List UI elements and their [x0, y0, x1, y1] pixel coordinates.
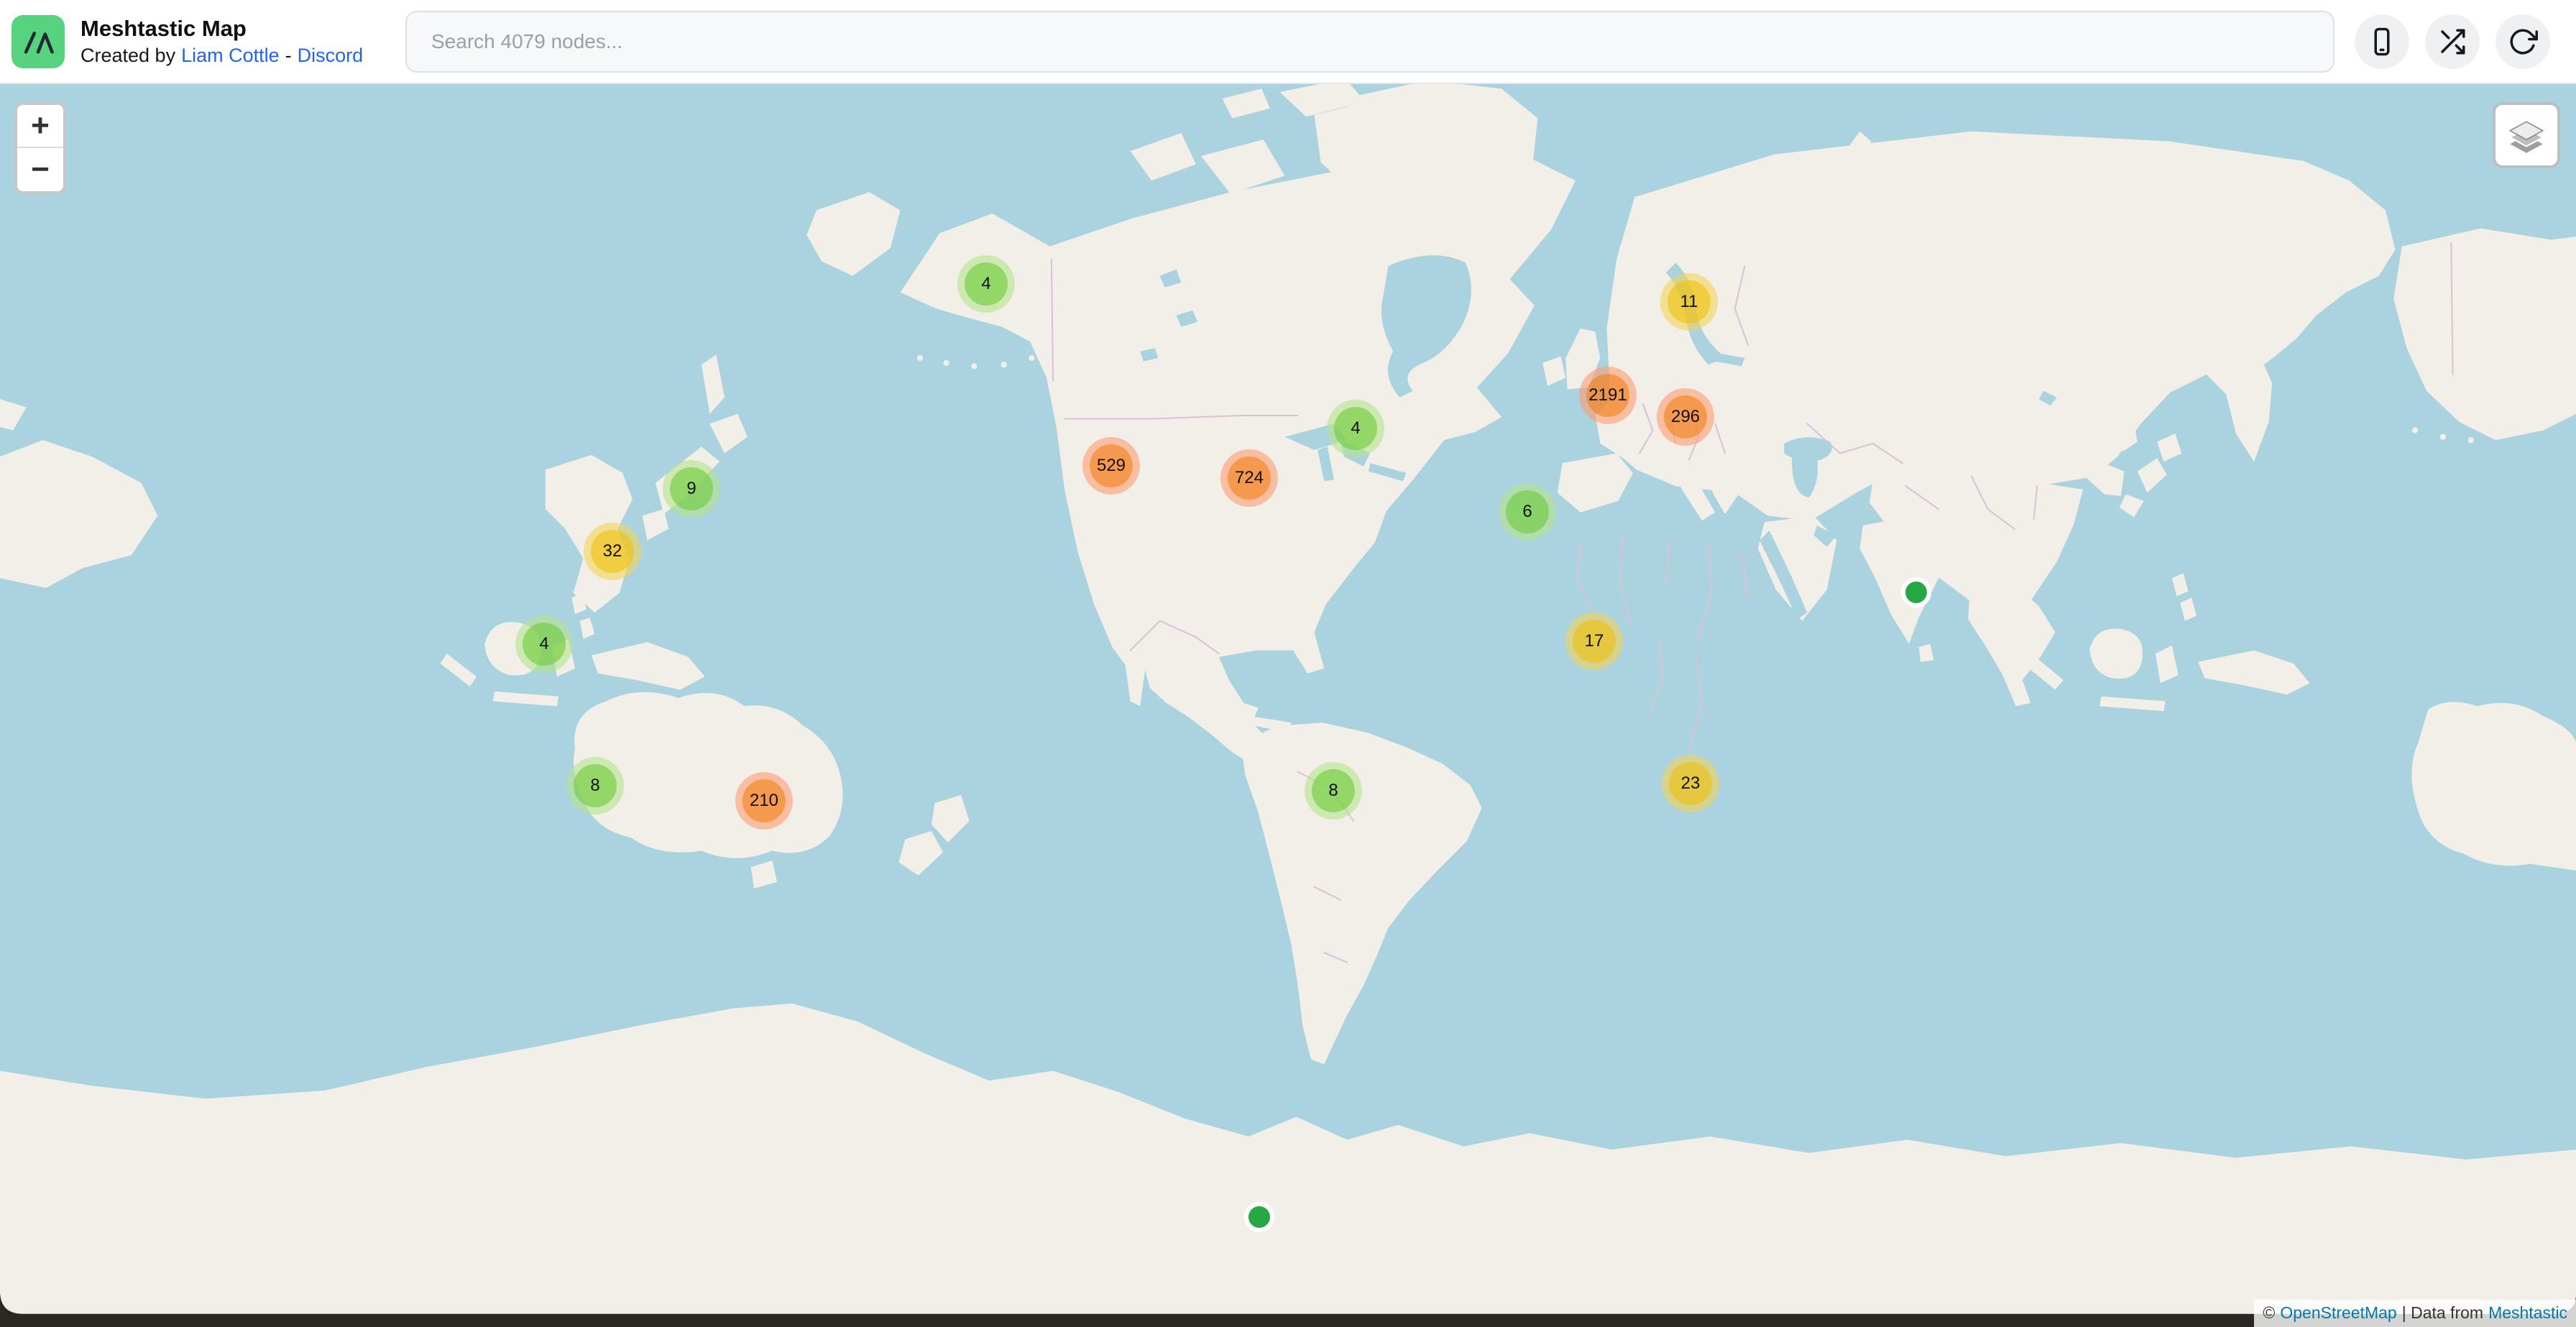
osm-link[interactable]: OpenStreetMap — [2280, 1302, 2396, 1323]
cluster-marker[interactable]: 6 — [1499, 483, 1556, 541]
smartphone-icon — [2367, 27, 2397, 57]
search-input[interactable] — [405, 11, 2334, 73]
layers-button[interactable] — [2493, 102, 2560, 168]
map-viewport[interactable]: 4932482105297244811219129661723 — [0, 0, 2576, 1327]
copyright-symbol: © — [2263, 1302, 2275, 1323]
mobile-app-button[interactable] — [2355, 14, 2409, 69]
cluster-marker[interactable]: 529 — [1082, 437, 1140, 495]
refresh-icon — [2508, 27, 2538, 57]
cluster-marker[interactable]: 4 — [1327, 400, 1384, 457]
cluster-marker[interactable]: 17 — [1565, 612, 1623, 670]
zoom-control: + − — [14, 102, 66, 194]
attribution-bar: © OpenStreetMap | Data from Meshtastic — [2254, 1300, 2576, 1327]
cluster-marker[interactable]: 8 — [1305, 762, 1362, 819]
cluster-marker[interactable]: 2191 — [1579, 367, 1637, 424]
discord-link[interactable]: Discord — [298, 43, 364, 68]
title-block: Meshtastic Map Created by Liam Cottle - … — [80, 16, 405, 68]
cluster-marker[interactable]: 32 — [584, 523, 641, 580]
shuffle-icon — [2437, 27, 2467, 57]
header-actions — [2355, 14, 2550, 69]
cluster-marker[interactable]: 296 — [1657, 388, 1714, 446]
meshtastic-link[interactable]: Meshtastic — [2488, 1302, 2567, 1323]
author-link[interactable]: Liam Cottle — [181, 43, 280, 68]
zoom-in-button[interactable]: + — [17, 105, 63, 148]
data-from-text: | Data from — [2402, 1302, 2483, 1323]
cluster-marker[interactable]: 9 — [663, 460, 720, 518]
cluster-marker[interactable]: 724 — [1220, 449, 1278, 507]
link-separator: - — [285, 43, 292, 68]
cluster-marker[interactable]: 4 — [515, 615, 573, 673]
subtitle: Created by Liam Cottle - Discord — [80, 43, 405, 68]
random-node-button[interactable] — [2425, 14, 2480, 69]
meshtastic-map-app: 4932482105297244811219129661723 Meshtast… — [0, 0, 2576, 1327]
cluster-marker[interactable]: 210 — [735, 772, 793, 830]
cluster-marker[interactable]: 8 — [566, 757, 624, 814]
created-by-text: Created by — [80, 43, 175, 68]
layers-icon — [2506, 114, 2547, 156]
meshtastic-logo-icon — [19, 23, 57, 60]
page-title: Meshtastic Map — [80, 16, 405, 42]
cluster-marker[interactable]: 11 — [1660, 273, 1718, 331]
marker-layer: 4932482105297244811219129661723 — [0, 0, 2576, 1327]
cluster-marker[interactable]: 4 — [957, 255, 1015, 313]
app-logo — [12, 15, 65, 68]
app-header: Meshtastic Map Created by Liam Cottle - … — [0, 0, 2576, 84]
node-marker[interactable] — [1901, 577, 1931, 607]
cluster-marker[interactable]: 23 — [1662, 755, 1719, 812]
zoom-out-button[interactable]: − — [17, 148, 63, 191]
node-marker[interactable] — [1244, 1202, 1274, 1232]
refresh-button[interactable] — [2496, 14, 2550, 69]
